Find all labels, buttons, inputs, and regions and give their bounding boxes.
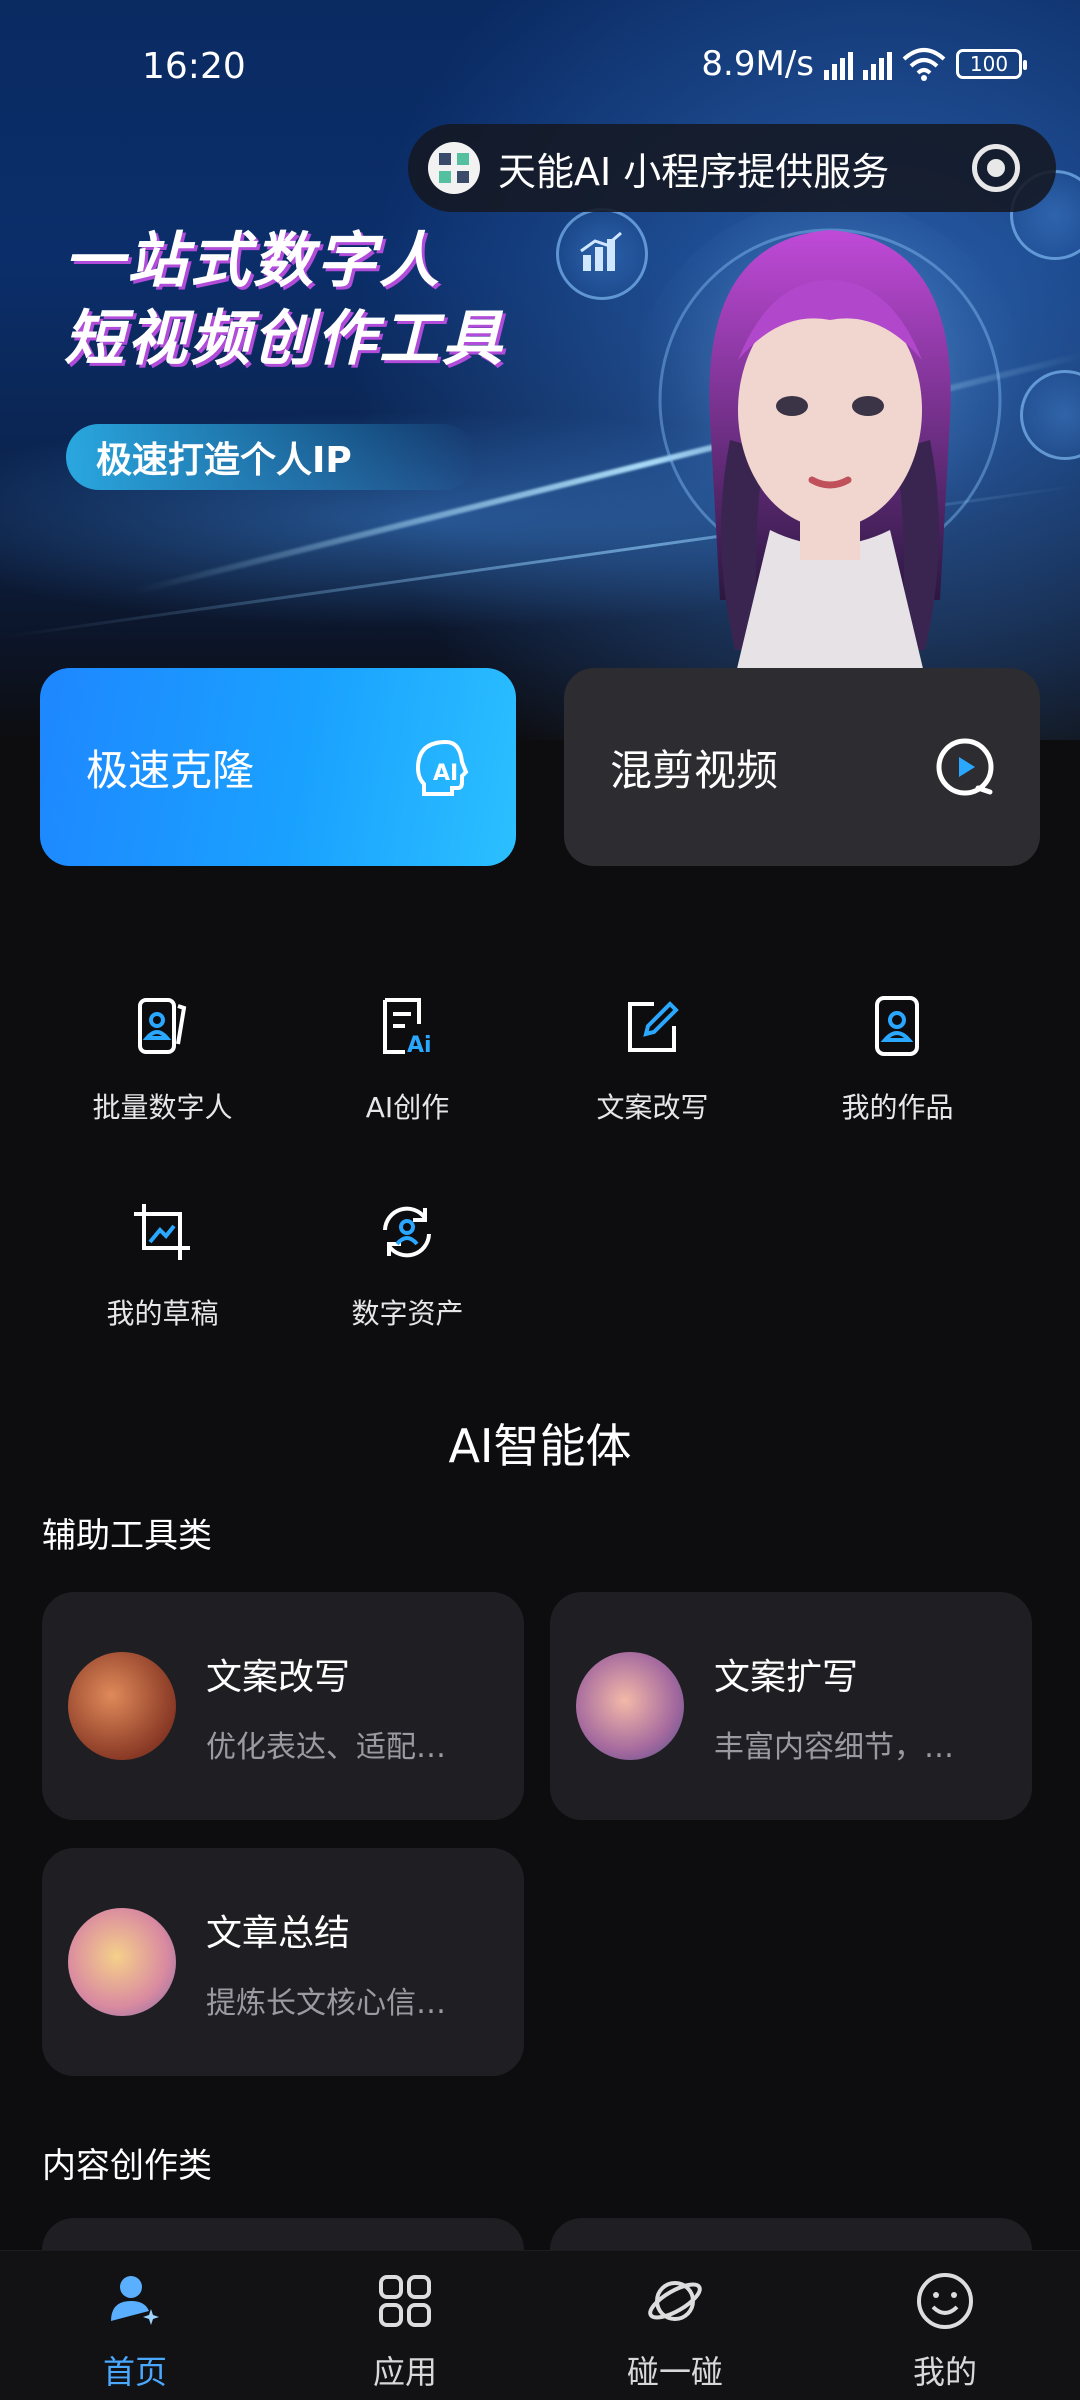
edit-icon bbox=[628, 1001, 679, 1052]
agent-thumbnail bbox=[68, 1908, 176, 2016]
mix-video-label: 混剪视频 bbox=[610, 745, 779, 795]
tab-bump[interactable]: 碰一碰 bbox=[540, 2271, 810, 2400]
grid-batch-digital-human[interactable]: 批量数字人 bbox=[40, 994, 285, 1154]
grid-digital-assets[interactable]: 数字资产 bbox=[285, 1200, 530, 1360]
grid-label: 我的草稿 bbox=[106, 1297, 219, 1330]
wifi-icon bbox=[902, 48, 946, 81]
fast-clone-label: 极速克隆 bbox=[86, 745, 255, 795]
section-title-ai-agents: AI智能体 bbox=[448, 1419, 632, 1473]
chart-bubble-icon bbox=[556, 208, 648, 300]
svg-text:Ai: Ai bbox=[407, 1033, 432, 1058]
play-circle-icon bbox=[936, 738, 994, 796]
agent-card-summary[interactable]: 文章总结 提炼长文核心信… bbox=[42, 1848, 524, 2076]
home-user-icon bbox=[111, 2276, 159, 2325]
network-speed: 8.9M/s bbox=[701, 44, 814, 84]
grid-label: 数字资产 bbox=[351, 1297, 464, 1330]
agent-title: 文章总结 bbox=[206, 1913, 351, 1954]
ai-head-icon: AI bbox=[415, 739, 469, 796]
svg-text:AI: AI bbox=[433, 761, 458, 786]
asset-sync-icon bbox=[383, 1206, 431, 1258]
tab-home[interactable]: 首页 bbox=[0, 2271, 270, 2400]
hero-title: 一站式数字人 短视频创作工具 bbox=[64, 222, 505, 378]
signal-icon bbox=[824, 48, 853, 80]
tab-label: 碰一碰 bbox=[626, 2353, 723, 2391]
planet-icon bbox=[648, 2281, 702, 2321]
status-time: 16:20 bbox=[142, 46, 246, 87]
grid-label: 批量数字人 bbox=[92, 1091, 233, 1124]
tab-mine[interactable]: 我的 bbox=[810, 2271, 1080, 2400]
home-page: 一站式数字人 短视频创作工具 极速打造个人IP 16:20 8.9M/s 100… bbox=[0, 0, 1080, 2400]
mix-video-button[interactable]: 混剪视频 bbox=[564, 668, 1040, 866]
agent-title: 文案扩写 bbox=[714, 1657, 859, 1698]
group-title-tools: 辅助工具类 bbox=[42, 1516, 212, 1556]
agent-title: 文案改写 bbox=[206, 1657, 351, 1698]
ai-document-icon: Ai bbox=[383, 998, 432, 1058]
agent-thumbnail bbox=[576, 1652, 684, 1760]
works-icon bbox=[875, 996, 919, 1056]
grid-label: AI创作 bbox=[365, 1091, 450, 1124]
fast-clone-button[interactable]: 极速克隆 AI bbox=[40, 668, 516, 866]
grid-my-works[interactable]: 我的作品 bbox=[775, 994, 1020, 1154]
agent-card-rewrite[interactable]: 文案改写 优化表达、适配… bbox=[42, 1592, 524, 1820]
grid-copy-rewrite[interactable]: 文案改写 bbox=[530, 994, 775, 1154]
digital-human-batch-icon bbox=[138, 998, 187, 1054]
agent-description: 丰富内容细节，… bbox=[714, 1730, 954, 1765]
agent-card-expand[interactable]: 文案扩写 丰富内容细节，… bbox=[550, 1592, 1032, 1820]
grid-my-drafts[interactable]: 我的草稿 bbox=[40, 1200, 285, 1360]
mini-program-name: 天能AI 小程序提供服务 bbox=[498, 149, 890, 194]
group-title-content: 内容创作类 bbox=[42, 2146, 212, 2186]
close-target-icon[interactable] bbox=[972, 144, 1020, 192]
battery-icon: 100 bbox=[956, 49, 1027, 79]
smiley-icon bbox=[917, 2273, 973, 2329]
agent-description: 优化表达、适配… bbox=[206, 1730, 446, 1765]
hero-title-line2: 短视频创作工具 bbox=[64, 304, 505, 374]
apps-grid-icon bbox=[379, 2275, 431, 2327]
agent-thumbnail bbox=[68, 1652, 176, 1760]
digital-human-avatar bbox=[640, 200, 1020, 740]
tab-label: 我的 bbox=[912, 2353, 977, 2391]
battery-level: 100 bbox=[969, 52, 1009, 76]
tab-apps[interactable]: 应用 bbox=[270, 2271, 540, 2400]
device-bubble-icon bbox=[1020, 370, 1080, 460]
mini-program-capsule[interactable]: 天能AI 小程序提供服务 bbox=[408, 124, 1056, 212]
crop-icon bbox=[134, 1204, 190, 1260]
status-bar: 16:20 8.9M/s 100 bbox=[0, 38, 1080, 100]
mini-program-logo-icon bbox=[428, 142, 480, 194]
tab-label: 应用 bbox=[372, 2353, 437, 2391]
hero-title-line1: 一站式数字人 bbox=[64, 226, 442, 296]
grid-label: 文案改写 bbox=[596, 1091, 709, 1124]
agent-description: 提炼长文核心信… bbox=[206, 1986, 446, 2021]
bottom-tab-bar: 首页 应用 碰一碰 我的 bbox=[0, 2250, 1080, 2400]
hero-banner[interactable]: 一站式数字人 短视频创作工具 极速打造个人IP bbox=[0, 0, 1080, 740]
status-indicators: 8.9M/s 100 bbox=[701, 44, 1027, 84]
grid-ai-create[interactable]: Ai AI创作 bbox=[285, 994, 530, 1154]
grid-label: 我的作品 bbox=[841, 1091, 954, 1124]
hero-subtitle-pill: 极速打造个人IP bbox=[66, 424, 476, 490]
tab-label: 首页 bbox=[102, 2353, 167, 2391]
signal-icon-2 bbox=[863, 48, 892, 80]
